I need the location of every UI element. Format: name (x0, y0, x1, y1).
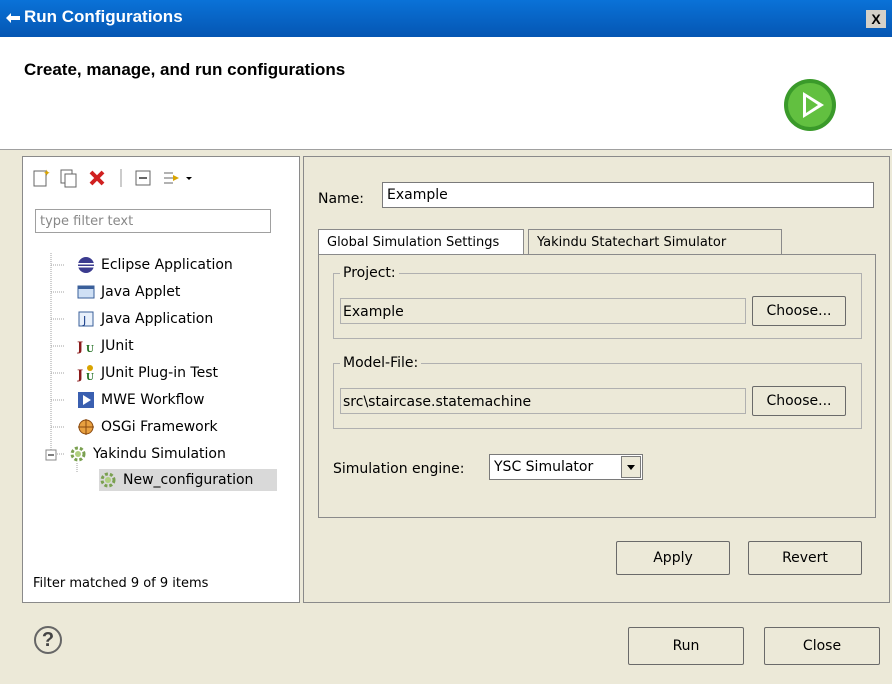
svg-text:✦: ✦ (43, 169, 51, 179)
tree-item-label: Java Application (101, 311, 214, 327)
toolbar-separator (120, 169, 122, 187)
dialog-header: Create, manage, and run configurations (0, 37, 892, 150)
name-label: Name: (318, 191, 365, 207)
tab-yakindu-statechart-simulator[interactable]: Yakindu Statechart Simulator (528, 229, 782, 255)
choose-model-file-button[interactable]: Choose... (752, 386, 846, 416)
tree-item-label: Eclipse Application (101, 257, 233, 273)
dropdown-arrow-icon[interactable] (181, 167, 201, 189)
java-applet-icon (77, 285, 95, 299)
choose-project-button[interactable]: Choose... (752, 296, 846, 326)
tree-item-label: JUnit Plug-in Test (101, 365, 219, 381)
tree-item-label: JUnit (101, 338, 134, 354)
tree-toolbar: ✦ (29, 167, 289, 189)
svg-text:J: J (77, 340, 83, 355)
revert-button[interactable]: Revert (748, 541, 862, 575)
yakindu-config-icon (100, 472, 116, 488)
svg-text:U: U (86, 345, 94, 355)
model-file-group-label: Model-File: (340, 355, 422, 371)
svg-text:J: J (77, 368, 83, 382)
tab-global-simulation-settings[interactable]: Global Simulation Settings (318, 229, 524, 255)
run-button[interactable]: Run (628, 627, 744, 665)
mwe-workflow-icon (78, 392, 94, 408)
configuration-tree-pane: ✦ type filter text Eclipse Application J… (22, 156, 300, 603)
tree-item-label: Yakindu Simulation (93, 446, 226, 462)
help-icon[interactable]: ? (34, 626, 62, 654)
configuration-editor-pane: Name: Example Global Simulation Settings… (303, 156, 890, 603)
project-field[interactable]: Example (340, 298, 746, 324)
collapse-toggle-icon[interactable] (45, 449, 57, 461)
tree-item-label: Java Applet (101, 284, 181, 300)
tree-item-new-configuration[interactable]: New_configuration (99, 469, 277, 491)
delete-icon[interactable] (87, 167, 107, 189)
model-file-field[interactable]: src\staircase.statemachine (340, 388, 746, 414)
window-title: Run Configurations (24, 7, 183, 26)
svg-text:J: J (82, 314, 86, 327)
yakindu-icon (70, 446, 86, 462)
svg-text:U: U (86, 373, 94, 382)
dialog-header-title: Create, manage, and run configurations (24, 60, 346, 79)
simulation-engine-select[interactable]: YSC Simulator (489, 454, 643, 480)
tab-content: Project: Example Choose... Model-File: s… (318, 254, 876, 518)
collapse-all-icon[interactable] (133, 167, 153, 189)
project-group-label: Project: (340, 265, 399, 281)
junit-icon: J U (77, 340, 94, 355)
apply-button[interactable]: Apply (616, 541, 730, 575)
project-group: Project: Example Choose... (333, 265, 862, 339)
simulation-engine-label: Simulation engine: (333, 461, 465, 477)
name-input[interactable]: Example (382, 182, 874, 208)
junit-plugin-icon: J U (77, 365, 94, 382)
simulation-engine-value: YSC Simulator (494, 459, 594, 475)
title-bar: Run Configurations X (0, 0, 892, 37)
close-button[interactable]: Close (764, 627, 880, 665)
run-configurations-icon (6, 13, 20, 23)
filter-input[interactable]: type filter text (35, 209, 271, 233)
model-file-group: Model-File: src\staircase.statemachine C… (333, 355, 862, 429)
osgi-icon (78, 419, 94, 435)
java-application-icon: J (78, 311, 94, 327)
eclipse-icon (78, 257, 94, 273)
tree-item-label: New_configuration (123, 472, 254, 488)
run-large-icon (784, 79, 836, 131)
close-window-button[interactable]: X (866, 10, 886, 28)
filter-status-text: Filter matched 9 of 9 items (33, 576, 209, 591)
tree-item-label: MWE Workflow (101, 392, 205, 408)
filter-configurations-icon[interactable] (161, 167, 181, 189)
tree-item-label: OSGi Framework (101, 419, 218, 435)
new-configuration-icon[interactable]: ✦ (31, 167, 51, 189)
duplicate-icon[interactable] (59, 167, 79, 189)
chevron-down-icon[interactable] (621, 456, 641, 478)
